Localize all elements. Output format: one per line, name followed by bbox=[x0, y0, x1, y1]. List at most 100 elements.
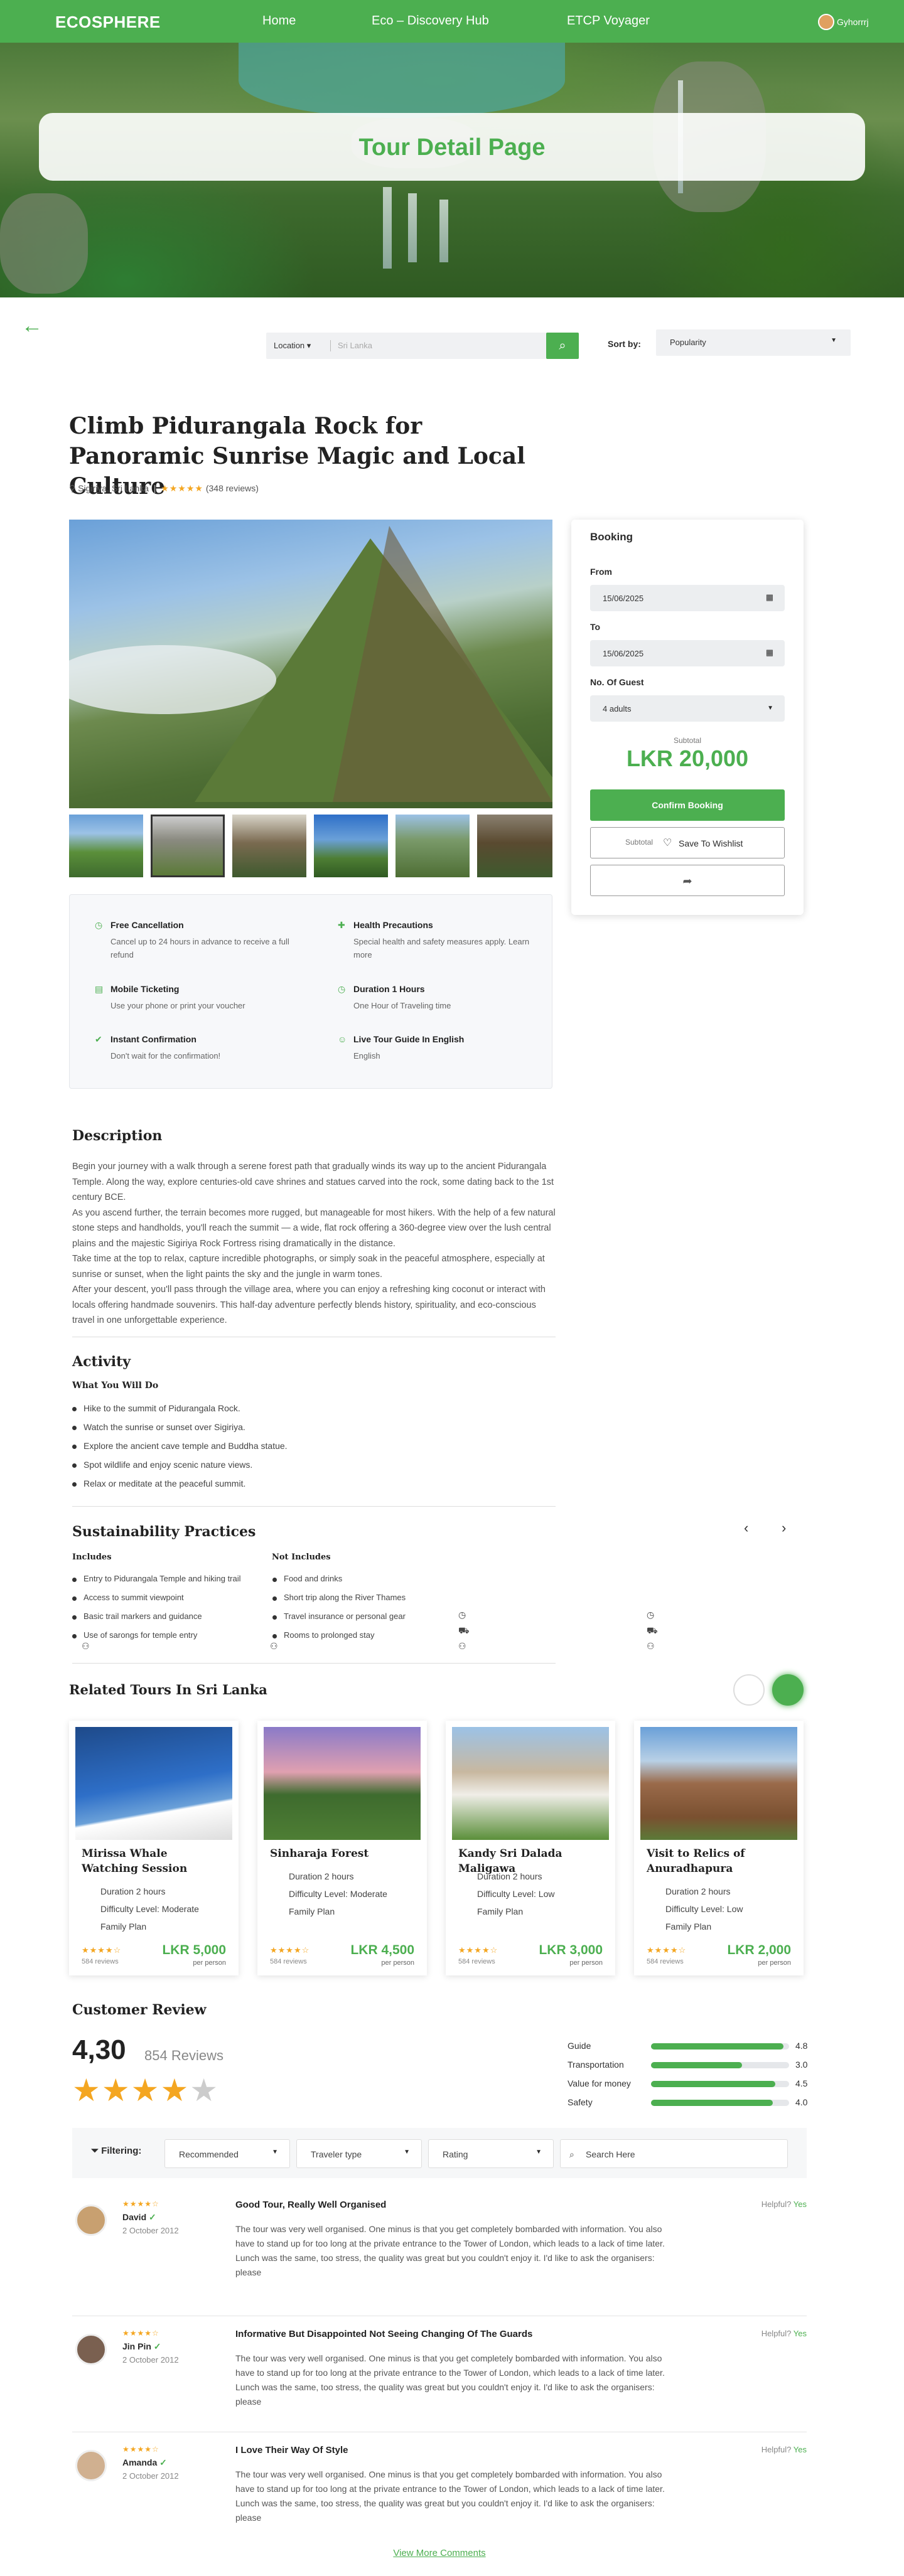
nav-home[interactable]: Home bbox=[262, 14, 296, 28]
chevron-down-icon: ▼ bbox=[535, 2149, 542, 2156]
save-wishlist-button[interactable]: Subtotal ♡ Save To Wishlist bbox=[590, 827, 785, 858]
list-item: Watch the sunrise or sunset over Sigiriy… bbox=[72, 1422, 245, 1432]
not-includes-label: Not Includes bbox=[272, 1553, 331, 1562]
rating-value: 4.8 bbox=[795, 2041, 808, 2051]
calendar-icon: ▦ bbox=[765, 592, 773, 602]
rating-bar bbox=[651, 2081, 789, 2087]
card-reviews: 584 reviews bbox=[647, 1958, 684, 1965]
brand-logo[interactable]: ECOSPHERE bbox=[55, 13, 161, 32]
list-item: Explore the ancient cave temple and Budd… bbox=[72, 1441, 288, 1451]
guest-label: No. Of Guest bbox=[590, 677, 644, 687]
search-icon: ⌕ bbox=[569, 2149, 574, 2159]
review-stars: ★★★★☆ bbox=[122, 2329, 159, 2338]
list-item: Short trip along the River Thames bbox=[272, 1593, 406, 1602]
user-avatar[interactable] bbox=[818, 14, 834, 30]
tour-features: ◷ Free Cancellation Cancel up to 24 hours … bbox=[69, 894, 552, 1089]
avatar bbox=[75, 2334, 107, 2365]
card-difficulty: Difficulty Level: Low bbox=[665, 1904, 743, 1914]
list-item: Access to summit viewpoint bbox=[72, 1593, 184, 1602]
card-per: per person bbox=[569, 1959, 603, 1967]
card-stars: ★★★★☆ bbox=[82, 1945, 122, 1955]
card-reviews: 584 reviews bbox=[458, 1958, 495, 1965]
list-item: Travel insurance or personal gear bbox=[272, 1611, 406, 1621]
verified-icon: ✓ bbox=[149, 2212, 156, 2222]
card-difficulty: Difficulty Level: Moderate bbox=[100, 1904, 199, 1914]
ticket-icon: ▤ bbox=[95, 984, 104, 994]
card-title: Mirissa Whale Watching Session bbox=[82, 1847, 188, 1875]
user-name[interactable]: Gyhorrrj bbox=[837, 17, 869, 27]
person-icon: ⚇ bbox=[270, 1641, 278, 1651]
clock-icon: ◷ bbox=[95, 920, 103, 930]
thumbnail[interactable] bbox=[69, 815, 143, 877]
card-stars: ★★★★☆ bbox=[647, 1945, 687, 1955]
from-date-field[interactable]: 15/06/2025 ▦ bbox=[590, 585, 785, 611]
card-price: LKR 3,000 bbox=[539, 1943, 603, 1957]
search-button[interactable]: ⌕ bbox=[546, 333, 579, 359]
related-tour-card[interactable]: Visit to Relics of Anuradhapura Duration… bbox=[634, 1721, 804, 1975]
review-stars: ★★★★☆ bbox=[122, 2199, 159, 2208]
review-score: 4,30 bbox=[72, 2034, 126, 2065]
thumbnail[interactable] bbox=[151, 815, 225, 877]
chevron-left-icon[interactable]: ‹ bbox=[744, 1520, 748, 1536]
related-tour-card[interactable]: Sinharaja Forest Duration 2 hours Diffic… bbox=[257, 1721, 427, 1975]
search-input[interactable]: Sri Lanka bbox=[338, 341, 372, 350]
carousel-prev-button[interactable] bbox=[733, 1674, 765, 1706]
filter-label: ⏷ Filtering: bbox=[91, 2146, 142, 2156]
review-search-input[interactable]: ⌕ Search Here bbox=[560, 2139, 788, 2168]
booking-heading: Booking bbox=[590, 531, 633, 543]
thumbnail[interactable] bbox=[477, 815, 552, 877]
guide-icon: ☺ bbox=[338, 1034, 347, 1044]
card-per: per person bbox=[758, 1959, 791, 1967]
hero-banner: Tour Detail Page bbox=[0, 43, 904, 297]
description-heading: Description bbox=[72, 1128, 163, 1144]
nav-etcp-voyager[interactable]: ETCP Voyager bbox=[567, 14, 650, 28]
card-price: LKR 5,000 bbox=[162, 1943, 226, 1957]
card-difficulty: Difficulty Level: Moderate bbox=[289, 1889, 387, 1899]
recommended-dropdown[interactable]: Recommended ▼ bbox=[164, 2139, 290, 2168]
traveler-type-dropdown[interactable]: Traveler type ▼ bbox=[296, 2139, 422, 2168]
guest-select[interactable]: 4 adults ▼ bbox=[590, 695, 785, 722]
review-stars: ★★★★★ bbox=[72, 2073, 220, 2108]
car-icon: ⛟ bbox=[647, 1625, 658, 1635]
chevron-down-icon: ▼ bbox=[767, 705, 773, 712]
share-button[interactable]: ➦ bbox=[590, 865, 785, 896]
sort-select[interactable]: Popularity ▼ bbox=[656, 329, 851, 356]
avatar bbox=[75, 2205, 107, 2236]
rating-dropdown[interactable]: Rating ▼ bbox=[428, 2139, 554, 2168]
reviewer-name: David ✓ bbox=[122, 2212, 156, 2222]
helpful-toggle[interactable]: Helpful? Yes bbox=[761, 2329, 807, 2338]
card-title: Sinharaja Forest bbox=[270, 1847, 369, 1860]
clock-icon: ◷ bbox=[647, 1610, 655, 1620]
helpful-toggle[interactable]: Helpful? Yes bbox=[761, 2445, 807, 2454]
sustainability-heading: Sustainability Practices bbox=[72, 1524, 256, 1540]
related-tour-card[interactable]: Kandy Sri Dalada Maligawa Duration 2 hou… bbox=[446, 1721, 615, 1975]
heart-icon: ♡ bbox=[663, 838, 672, 848]
review-count[interactable]: (348 reviews) bbox=[206, 483, 259, 493]
review-date: 2 October 2012 bbox=[122, 2471, 179, 2481]
helpful-toggle[interactable]: Helpful? Yes bbox=[761, 2199, 807, 2209]
card-per: per person bbox=[381, 1959, 414, 1967]
subtotal-label: Subtotal bbox=[673, 736, 702, 745]
verified-icon: ✓ bbox=[159, 2457, 167, 2467]
related-tour-card[interactable]: Mirissa Whale Watching Session Duration … bbox=[69, 1721, 239, 1975]
nav-eco-discovery-hub[interactable]: Eco – Discovery Hub bbox=[372, 14, 489, 28]
person-icon: ⚇ bbox=[82, 1641, 90, 1651]
view-more-comments-link[interactable]: View More Comments bbox=[0, 2548, 879, 2558]
confirm-booking-button[interactable]: Confirm Booking bbox=[590, 789, 785, 821]
customer-review-heading: Customer Review bbox=[72, 2002, 207, 2018]
review-date: 2 October 2012 bbox=[122, 2226, 179, 2235]
car-icon: ⛟ bbox=[458, 1625, 470, 1635]
rating-value: 3.0 bbox=[795, 2060, 808, 2070]
location-dropdown[interactable]: Location ▾ bbox=[274, 341, 311, 351]
card-difficulty: Difficulty Level: Low bbox=[477, 1889, 555, 1899]
thumbnail[interactable] bbox=[314, 815, 388, 877]
back-arrow-icon[interactable]: ← bbox=[21, 314, 43, 338]
list-item: Rooms to prolonged stay bbox=[272, 1630, 375, 1640]
main-tour-image[interactable] bbox=[69, 520, 552, 808]
rating-bar bbox=[651, 2062, 789, 2068]
to-date-field[interactable]: 15/06/2025 ▦ bbox=[590, 640, 785, 666]
carousel-next-button[interactable] bbox=[772, 1674, 804, 1706]
thumbnail[interactable] bbox=[232, 815, 306, 877]
chevron-right-icon[interactable]: › bbox=[782, 1520, 786, 1536]
thumbnail[interactable] bbox=[396, 815, 470, 877]
